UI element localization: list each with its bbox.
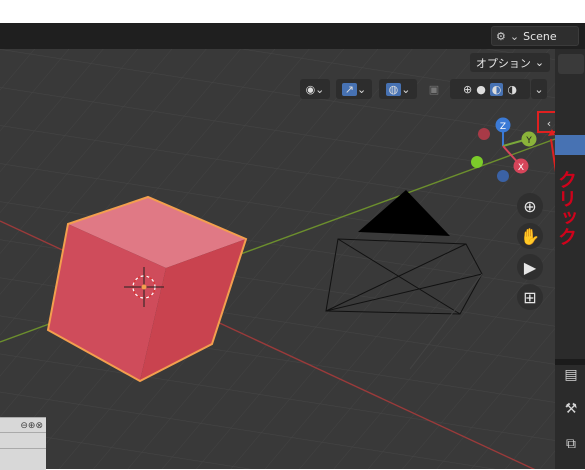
gizmo-x-label: X bbox=[518, 163, 524, 173]
xray-toggle[interactable]: ▣ bbox=[424, 79, 444, 99]
viewport-scene: Z Y X ‹ bbox=[0, 49, 555, 469]
3d-viewport[interactable]: Z Y X ‹ bbox=[0, 49, 555, 469]
gizmo-dropdown[interactable]: ↗ ⌄ bbox=[336, 79, 372, 99]
scene-label: Scene bbox=[523, 29, 557, 43]
chevron-down-icon: ⌄ bbox=[357, 82, 367, 96]
perspective-toggle-button[interactable]: ⊞ bbox=[517, 284, 543, 310]
overlay-dropdown[interactable]: ◍ ⌄ bbox=[379, 79, 417, 99]
render-shading-icon[interactable]: ◑ bbox=[507, 83, 517, 96]
eye-icon: ◉⌄ bbox=[305, 82, 325, 96]
gizmo-y-label: Y bbox=[525, 136, 532, 146]
options-button[interactable]: オプション ⌄ bbox=[470, 53, 550, 72]
chevron-down-icon: ⌄ bbox=[509, 29, 520, 43]
scene-icon: ⚙ bbox=[496, 29, 506, 43]
render-properties-icon[interactable]: ⧉ bbox=[560, 433, 582, 455]
chevron-down-icon: ⌄ bbox=[534, 82, 544, 96]
material-shading-icon[interactable]: ◐ bbox=[489, 82, 504, 96]
camera-view-button[interactable]: ▶ bbox=[517, 254, 543, 280]
visibility-dropdown[interactable]: ◉⌄ bbox=[300, 79, 330, 99]
overlay-icon: ◍ bbox=[385, 82, 402, 96]
outliner-editor-icon[interactable] bbox=[558, 54, 584, 74]
gizmo-arrow-icon: ↗ bbox=[341, 82, 357, 96]
solid-shading-icon[interactable]: ● bbox=[476, 83, 486, 96]
shading-mode-group[interactable]: ⊕ ● ◐ ◑ bbox=[450, 79, 530, 99]
gizmo-z-label: Z bbox=[500, 122, 506, 132]
tool-properties-icon[interactable]: ⚒ bbox=[560, 398, 582, 420]
scene-selector[interactable]: ⚙ ⌄ Scene bbox=[491, 26, 579, 46]
divider bbox=[0, 432, 46, 433]
sidebar-toggle-arrow-icon[interactable]: ‹ bbox=[547, 117, 551, 130]
shading-dropdown[interactable]: ⌄ bbox=[531, 79, 547, 99]
zoom-button[interactable]: ⊕ bbox=[517, 193, 543, 219]
properties-editor-icon[interactable]: ▤ bbox=[560, 364, 582, 386]
top-spacer bbox=[0, 0, 585, 23]
mini-window-fragment: ⊖⊕⊗ bbox=[0, 417, 46, 470]
outliner-selected-row[interactable] bbox=[555, 135, 585, 155]
grid-icon: ⊞ bbox=[523, 287, 537, 307]
hand-icon: ✋ bbox=[520, 226, 540, 246]
chevron-down-icon: ⌄ bbox=[534, 56, 545, 69]
divider bbox=[0, 448, 46, 449]
options-label: オプション bbox=[475, 56, 531, 70]
click-annotation: クリック bbox=[555, 170, 577, 246]
zoom-icon: ⊕ bbox=[523, 196, 537, 216]
chevron-down-icon: ⌄ bbox=[401, 82, 411, 96]
window-controls-icon[interactable]: ⊖⊕⊗ bbox=[20, 421, 43, 431]
camera-icon: ▶ bbox=[523, 257, 537, 277]
xray-icon: ▣ bbox=[428, 82, 440, 96]
pan-button[interactable]: ✋ bbox=[517, 223, 543, 249]
wireframe-shading-icon[interactable]: ⊕ bbox=[463, 83, 472, 96]
